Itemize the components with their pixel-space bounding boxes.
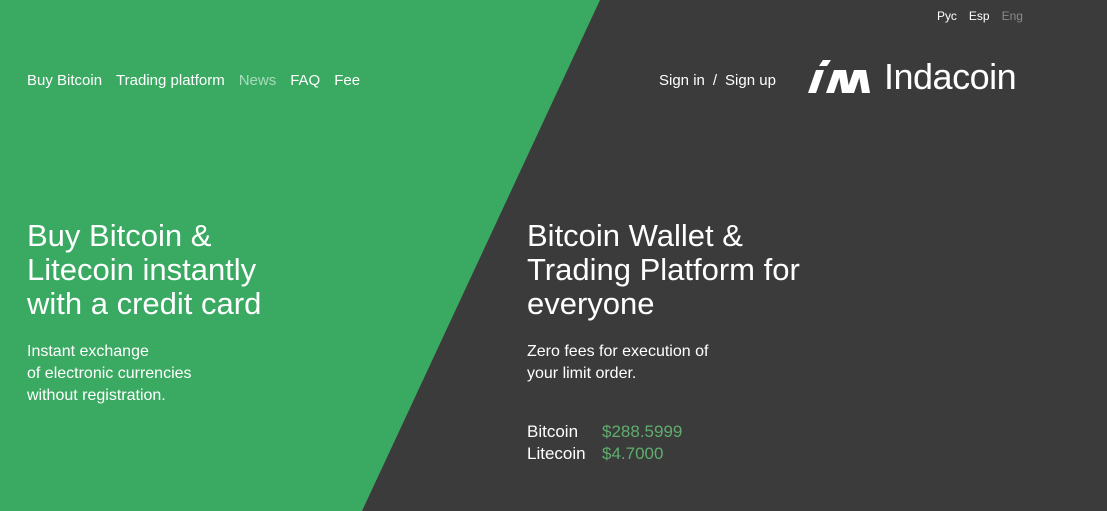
hero-right-headline: Bitcoin Wallet & Trading Platform for ev… [527,218,800,321]
hero-left-subtext: Instant exchange of electronic currencie… [27,343,192,404]
rate-row-litecoin: Litecoin $4.7000 [527,443,682,465]
rate-name: Bitcoin [527,422,579,441]
page: Рус Esp Eng Buy Bitcoin Trading platform… [0,0,1107,511]
nav-trading-platform[interactable]: Trading platform [116,72,225,89]
hero-right-subtext: Zero fees for execution of your limit or… [527,343,709,382]
auth-links: Sign in / Sign up [659,72,776,89]
auth-separator: / [712,72,718,89]
nav-fee[interactable]: Fee [334,72,360,89]
rate-name: Litecoin [527,444,586,463]
nav-faq[interactable]: FAQ [290,72,320,89]
nav-news[interactable]: News [239,72,277,89]
nav-buy-bitcoin[interactable]: Buy Bitcoin [27,72,102,89]
rate-price: $288.5999 [602,422,683,441]
hero-left-headline: Buy Bitcoin & Litecoin instantly with a … [27,218,262,321]
logo-text: Indacoin [884,56,1017,97]
indacoin-logo-icon [808,60,870,93]
logo[interactable]: Indacoin [806,56,1017,97]
price-rates: Bitcoin $288.5999 Litecoin $4.7000 [527,421,682,465]
language-switch: Рус Esp Eng [937,9,1023,23]
hero-left: Buy Bitcoin & Litecoin instantly with a … [27,219,357,407]
main-nav: Buy Bitcoin Trading platform News FAQ Fe… [27,72,360,89]
sign-up-link[interactable]: Sign up [725,72,776,89]
hero-right: Bitcoin Wallet & Trading Platform for ev… [527,219,857,385]
lang-ru-link[interactable]: Рус [937,9,957,23]
rate-row-bitcoin: Bitcoin $288.5999 [527,421,682,443]
rate-price: $4.7000 [602,444,664,463]
sign-in-link[interactable]: Sign in [659,72,705,89]
lang-es-link[interactable]: Esp [969,9,990,23]
lang-en-link[interactable]: Eng [1002,9,1023,23]
